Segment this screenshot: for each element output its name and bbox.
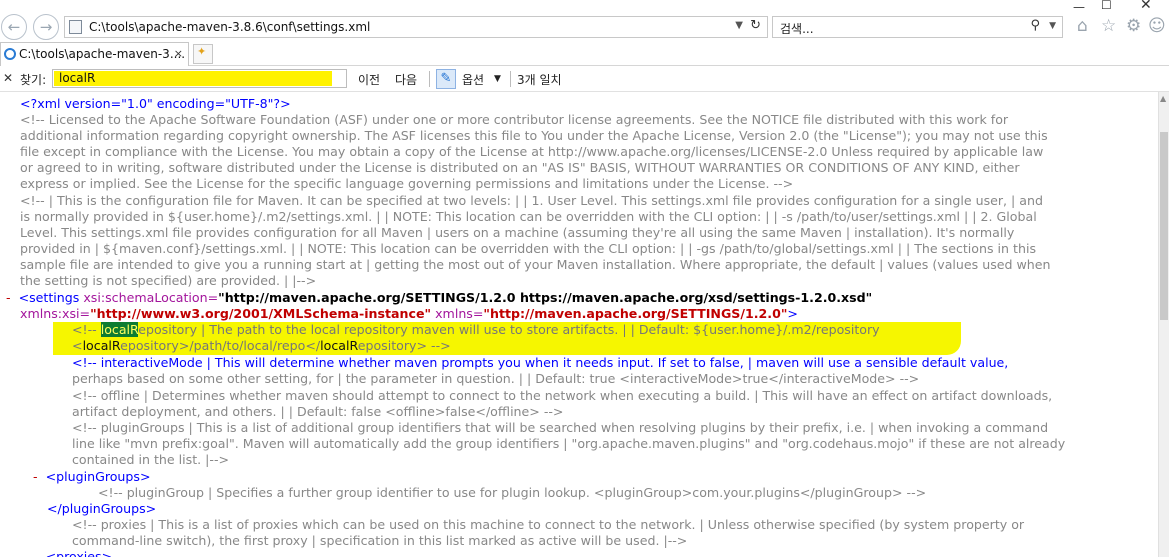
local-repo-comment-line: <localRepository>/path/to/local/repo</lo… — [72, 338, 451, 354]
find-next-button[interactable]: 다음 — [395, 71, 417, 88]
settings-element-line: - <settings xsi:schemaLocation="http://m… — [6, 290, 872, 306]
config-comment-line: the setting is not specified) are provid… — [20, 273, 317, 288]
xmlns-xsi-value: "http://www.w3.org/2001/XMLSchema-instan… — [90, 306, 432, 321]
collapse-toggle[interactable]: - — [6, 290, 11, 305]
home-icon[interactable]: ⌂ — [1077, 16, 1088, 36]
find-match-current: localR — [100, 322, 139, 337]
schema-location-value: "http://maven.apache.org/SETTINGS/1.2.0 … — [218, 290, 873, 305]
search-icon[interactable]: ⚲ — [1030, 18, 1040, 33]
ie-icon — [4, 48, 16, 60]
find-highlight — [54, 71, 332, 86]
divider — [510, 71, 511, 87]
comment-text: <!-- interactiveMode | This will determi… — [72, 355, 1009, 370]
config-comment-line: <!-- | This is the configuration file fo… — [20, 193, 1043, 208]
plugin-groups-comment: line like "mvn prefix:goal". Maven will … — [72, 436, 1066, 451]
chevron-down-icon[interactable]: ▼ — [735, 20, 743, 31]
new-tab-icon: ✦ — [197, 45, 207, 58]
license-comment-line: express or implied. See the License for … — [20, 176, 794, 191]
match-count: 3개 일치 — [517, 73, 562, 87]
new-tab-button[interactable]: ✦ — [193, 44, 213, 64]
browser-toolbar: ← → C:\tools\apache-maven-3.8.6\conf\set… — [0, 0, 1169, 42]
license-comment-line: file except in compliance with the Licen… — [20, 144, 1044, 159]
plugin-groups-close-tag: </pluginGroups> — [47, 501, 157, 516]
collapse-toggle[interactable]: - — [33, 469, 38, 484]
plugin-group-comment: <!-- pluginGroup | Specifies a further g… — [98, 485, 927, 500]
config-comment-line: is normally provided in ${user.home}/.m2… — [20, 209, 1037, 224]
settings-tag-close: > — [787, 306, 798, 321]
proxies-comment: <!-- proxies | This is a list of proxies… — [72, 517, 1025, 532]
schema-location-attr: xsi:schemaLocation= — [83, 290, 219, 305]
xml-viewer: <?xml version="1.0" encoding="UTF-8"?> <… — [0, 92, 1158, 557]
scrollbar-thumb[interactable] — [1160, 132, 1168, 320]
options-dropdown-icon[interactable]: ▼ — [494, 74, 501, 84]
comment-text: epository> --> — [357, 338, 451, 353]
forward-button[interactable]: → — [33, 14, 59, 40]
find-match: localR — [320, 338, 358, 353]
comment-text: < — [72, 338, 83, 353]
config-comment-line: sample file are intended to give you a r… — [20, 257, 1051, 272]
license-comment-line: <!-- Licensed to the Apache Software Fou… — [20, 112, 1009, 127]
xmlns-attr: xmlns= — [435, 306, 484, 321]
comment-open: <!-- — [72, 322, 101, 337]
minimize-icon[interactable]: — — [1073, 0, 1085, 14]
plugin-groups-open-line: - <pluginGroups> — [33, 469, 151, 485]
search-input[interactable]: 검색... ⚲ ▼ — [772, 16, 1063, 38]
offline-comment: <!-- offline | Determines whether maven … — [72, 388, 1053, 403]
tab-settings-xml[interactable]: C:\tools\apache-maven-3.... × — [0, 42, 189, 66]
favorites-star-icon[interactable]: ☆ — [1101, 16, 1116, 36]
scroll-up-icon[interactable]: ▲ — [1160, 94, 1166, 103]
plugin-groups-comment: contained in the list. |--> — [72, 452, 230, 467]
tab-label: C:\tools\apache-maven-3.... — [19, 47, 186, 61]
collapse-toggle[interactable]: - — [33, 549, 38, 557]
address-url: C:\tools\apache-maven-3.8.6\conf\setting… — [89, 20, 371, 34]
proxies-open-line: - <proxies> — [33, 549, 112, 557]
refresh-icon[interactable]: ↻ — [750, 18, 761, 33]
proxies-comment: command-line switch), the first proxy | … — [72, 533, 688, 548]
xmlns-value: "http://maven.apache.org/SETTINGS/1.2.0" — [483, 306, 788, 321]
config-comment-line: Level. This settings.xml file provides c… — [20, 225, 1015, 240]
gear-icon[interactable]: ⚙ — [1126, 16, 1141, 36]
plugin-groups-tag: <pluginGroups> — [45, 469, 151, 484]
page-icon — [69, 20, 82, 34]
close-find-icon[interactable]: ✕ — [3, 71, 13, 85]
offline-comment: artifact deployment, and others. | | Def… — [72, 404, 564, 419]
vertical-scrollbar[interactable]: ▲ — [1158, 92, 1169, 557]
xml-declaration: <?xml version="1.0" encoding="UTF-8"?> — [20, 96, 291, 111]
comment-text: epository>/path/to/local/repo</ — [120, 338, 321, 353]
find-match: localR — [82, 338, 121, 353]
find-bar: ✕ 찾기: localR 이전 다음 ✎ 옵션 ▼ 3개 일치 — [0, 66, 1169, 92]
local-repo-comment-line: <!-- localRepository | The path to the l… — [72, 322, 880, 338]
back-arrow-icon: ← — [7, 18, 21, 36]
comment-text: epository | The path to the local reposi… — [138, 322, 880, 337]
tab-strip: C:\tools\apache-maven-3.... × ✦ — [0, 42, 1169, 66]
license-comment-line: additional information regarding copyrig… — [20, 128, 1048, 143]
address-bar[interactable]: C:\tools\apache-maven-3.8.6\conf\setting… — [64, 16, 768, 38]
back-button[interactable]: ← — [1, 14, 27, 40]
find-options-button[interactable]: 옵션 — [462, 71, 484, 88]
search-placeholder: 검색... — [780, 22, 814, 36]
config-comment-line: provided in | ${maven.conf}/settings.xml… — [20, 241, 1037, 256]
license-comment-line: or agreed to in writing, software distri… — [20, 160, 1020, 175]
highlight-matches-icon[interactable]: ✎ — [436, 69, 456, 89]
settings-xmlns-line: xmlns:xsi="http://www.w3.org/2001/XMLSch… — [20, 306, 798, 322]
find-prev-button[interactable]: 이전 — [358, 71, 380, 88]
smiley-icon[interactable]: ☺ — [1148, 16, 1166, 36]
find-input[interactable]: localR — [52, 69, 347, 88]
interactive-mode-comment: <!-- interactiveMode | This will determi… — [72, 355, 1008, 371]
interactive-mode-comment: perhaps based on some other setting, for… — [72, 371, 920, 386]
find-value: localR — [59, 71, 96, 85]
xmlns-xsi-attr: xmlns:xsi= — [20, 306, 91, 321]
search-dropdown-icon[interactable]: ▼ — [1049, 21, 1056, 31]
find-label: 찾기: — [20, 73, 47, 87]
maximize-icon[interactable]: ☐ — [1101, 0, 1112, 12]
close-tab-icon[interactable]: × — [174, 47, 183, 60]
proxies-tag: <proxies> — [45, 549, 113, 557]
divider — [429, 71, 430, 87]
settings-tag: <settings — [18, 290, 80, 305]
forward-arrow-icon: → — [39, 18, 53, 36]
close-window-icon[interactable]: ✕ — [1140, 0, 1152, 13]
plugin-groups-comment: <!-- pluginGroups | This is a list of ad… — [72, 420, 1049, 435]
